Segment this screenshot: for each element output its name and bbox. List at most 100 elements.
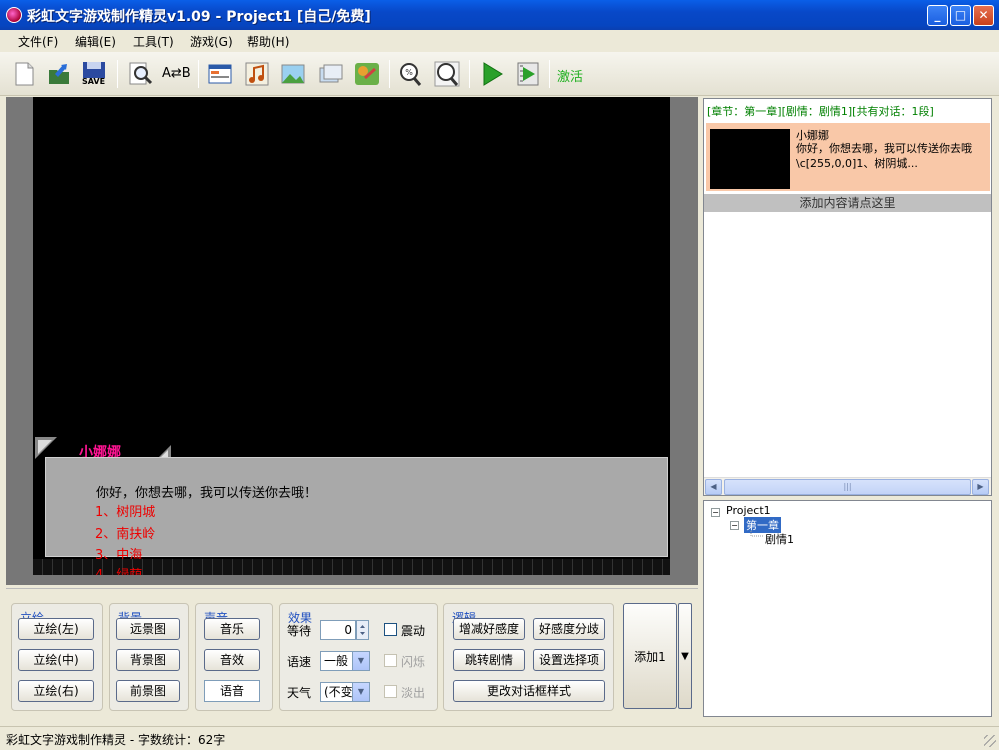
dialog-style-button[interactable]: 更改对话框样式 — [453, 680, 605, 702]
activate-link[interactable]: 激活 — [557, 66, 583, 85]
close-button[interactable]: ✕ — [973, 5, 994, 26]
choice-option[interactable]: 2、南扶岭 — [95, 523, 155, 542]
minimize-button[interactable]: _ — [927, 5, 948, 26]
group-portrait: 立绘 立绘(左) 立绘(中) 立绘(右) — [11, 603, 103, 711]
save-caption: SAVE — [82, 77, 106, 86]
find-icon[interactable] — [126, 60, 154, 88]
toolbar-separator — [117, 60, 118, 88]
entry-text: 你好，你想去哪，我可以传送你去哦 — [796, 142, 972, 155]
title-bar: 彩虹文字游戏制作精灵v1.09 - Project1 [自己/免费] _ □ ✕ — [0, 0, 999, 30]
collapse-icon[interactable]: − — [711, 508, 720, 517]
group-effects: 效果 等待 0 震动 语速 一般 ▼ 闪烁 天气 (不变 ▼ 淡出 — [279, 603, 438, 711]
music-icon[interactable] — [243, 60, 271, 88]
chevron-down-icon: ▼ — [352, 652, 369, 670]
choice-option[interactable]: 4、绿荫 — [95, 564, 142, 575]
sound-effect-button[interactable]: 音效 — [204, 649, 260, 671]
svg-text:%: % — [405, 68, 413, 77]
menu-file[interactable]: 文件(F) — [18, 33, 58, 50]
scroll-thumb[interactable]: ||| — [724, 479, 971, 495]
window-title: 彩虹文字游戏制作精灵v1.09 - Project1 [自己/免费] — [27, 9, 371, 25]
flash-checkbox[interactable] — [384, 654, 397, 667]
fade-label: 淡出 — [401, 686, 426, 700]
ornament-corner-icon — [35, 437, 57, 459]
choice-option[interactable]: 1、树阴城 — [95, 501, 155, 520]
game-preview[interactable]: 小娜娜 你好，你想去哪，我可以传送你去哦！ 1、树阴城 2、南扶岭 3、中海 4… — [33, 97, 670, 575]
wait-input[interactable]: 0 — [320, 620, 356, 640]
group-background: 背景 远景图 背景图 前景图 — [109, 603, 189, 711]
wait-label: 等待 — [287, 624, 312, 638]
weather-value: (不变 — [324, 685, 353, 699]
speed-label: 语速 — [287, 655, 312, 669]
foreground-image-button[interactable]: 前景图 — [116, 680, 180, 702]
weather-select[interactable]: (不变 ▼ — [320, 682, 370, 702]
flash-label: 闪烁 — [401, 655, 426, 669]
app-icon — [6, 7, 22, 23]
status-bar: 彩虹文字游戏制作精灵 - 字数统计：62字 — [0, 726, 999, 750]
speed-select[interactable]: 一般 ▼ — [320, 651, 370, 671]
chevron-down-icon: ▼ — [352, 683, 369, 701]
affection-branch-button[interactable]: 好感度分歧 — [533, 618, 605, 640]
toolbar: SAVE A⇄B % 激活 — [0, 52, 999, 96]
menu-bar: 文件(F) 编辑(E) 工具(T) 游戏(G) 帮助(H) — [0, 30, 999, 52]
affection-adjust-button[interactable]: 增减好感度 — [453, 618, 525, 640]
music-button[interactable]: 音乐 — [204, 618, 260, 640]
dialog-window-icon[interactable] — [206, 60, 234, 88]
gallery-icon[interactable] — [317, 60, 345, 88]
dialog-entry[interactable]: 小娜娜 你好，你想去哪，我可以传送你去哦 \c[255,0,0]1、树阴城... — [706, 123, 990, 191]
tree-root[interactable]: Project1 — [726, 504, 771, 517]
background-image-button[interactable]: 背景图 — [116, 649, 180, 671]
horizontal-scrollbar[interactable]: ◀ ||| ▶ — [704, 477, 991, 495]
jump-scene-button[interactable]: 跳转剧情 — [453, 649, 525, 671]
play-from-here-icon[interactable] — [514, 60, 542, 88]
add-dropdown-button[interactable]: ▼ — [678, 603, 692, 709]
dialog-line: 你好，你想去哪，我可以传送你去哦！ — [96, 486, 318, 501]
group-logic: 逻辑 增减好感度 好感度分歧 跳转剧情 设置选择项 更改对话框样式 — [443, 603, 614, 711]
entry-thumbnail — [710, 129, 790, 189]
menu-game[interactable]: 游戏(G) — [190, 33, 233, 50]
scroll-left-icon[interactable]: ◀ — [705, 479, 722, 495]
add-command-button[interactable]: 添加1 — [623, 603, 677, 709]
fade-checkbox[interactable] — [384, 685, 397, 698]
resize-grip-icon[interactable] — [984, 735, 996, 747]
weather-label: 天气 — [287, 686, 312, 700]
wait-spinner[interactable] — [356, 620, 369, 640]
toolbar-separator — [549, 60, 550, 88]
menu-help[interactable]: 帮助(H) — [247, 33, 289, 50]
status-text: 彩虹文字游戏制作精灵 - 字数统计：62字 — [6, 733, 226, 747]
distant-view-button[interactable]: 远景图 — [116, 618, 180, 640]
map-icon[interactable] — [353, 60, 381, 88]
image-icon[interactable] — [279, 60, 307, 88]
shake-checkbox[interactable] — [384, 623, 397, 636]
play-icon[interactable] — [478, 60, 506, 88]
command-panel: 立绘 立绘(左) 立绘(中) 立绘(右) 背景 远景图 背景图 前景图 声音 音… — [6, 588, 698, 718]
voice-button[interactable]: 语音 — [204, 680, 260, 702]
portrait-right-button[interactable]: 立绘(右) — [18, 680, 94, 702]
replace-icon[interactable]: A⇄B — [162, 60, 191, 88]
group-sound: 声音 音乐 音效 语音 — [195, 603, 273, 711]
add-content-hint[interactable]: 添加内容请点这里 — [704, 194, 991, 212]
menu-edit[interactable]: 编辑(E) — [75, 33, 116, 50]
set-choices-button[interactable]: 设置选择项 — [533, 649, 605, 671]
portrait-left-button[interactable]: 立绘(左) — [18, 618, 94, 640]
maximize-button[interactable]: □ — [950, 5, 971, 26]
open-file-icon[interactable] — [45, 60, 73, 88]
speed-value: 一般 — [324, 654, 349, 668]
shake-label: 震动 — [401, 624, 426, 638]
zoom-in-icon[interactable]: % — [396, 60, 424, 88]
tree-line-icon — [750, 531, 763, 537]
zoom-check-icon[interactable] — [433, 60, 461, 88]
portrait-center-button[interactable]: 立绘(中) — [18, 649, 94, 671]
new-file-icon[interactable] — [10, 60, 38, 88]
entry-code: \c[255,0,0]1、树阴城... — [796, 157, 918, 170]
save-icon[interactable]: SAVE — [80, 60, 108, 88]
toolbar-separator — [469, 60, 470, 88]
toolbar-separator — [389, 60, 390, 88]
scene-info: [章节：第一章][剧情：剧情1][共有对话：1段] — [707, 105, 934, 118]
script-list: [章节：第一章][剧情：剧情1][共有对话：1段] 小娜娜 你好，你想去哪，我可… — [703, 98, 992, 496]
tree-scene[interactable]: 剧情1 — [765, 531, 794, 547]
project-tree: − Project1 − 第一章 剧情1 — [703, 500, 992, 717]
collapse-icon[interactable]: − — [730, 521, 739, 530]
toolbar-separator — [198, 60, 199, 88]
menu-tools[interactable]: 工具(T) — [133, 33, 174, 50]
scroll-right-icon[interactable]: ▶ — [972, 479, 989, 495]
